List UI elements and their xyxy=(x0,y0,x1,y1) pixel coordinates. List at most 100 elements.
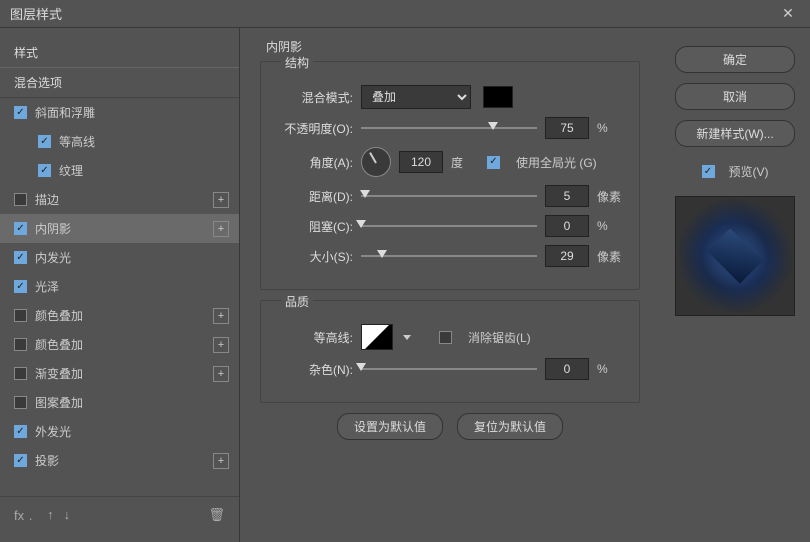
sidebar-item-12[interactable]: 投影 + xyxy=(0,446,239,475)
opacity-slider[interactable] xyxy=(361,121,537,135)
sidebar-item-label: 外发光 xyxy=(35,423,71,440)
arrow-down-icon[interactable]: ↓ xyxy=(64,507,71,522)
effect-checkbox[interactable] xyxy=(14,367,27,380)
effect-checkbox[interactable] xyxy=(14,222,27,235)
noise-unit: % xyxy=(597,362,625,376)
size-slider[interactable] xyxy=(361,249,537,263)
size-label: 大小(S): xyxy=(275,248,353,265)
sidebar-footer: fx﹒ ↑ ↓ 🗑 xyxy=(0,496,239,532)
choke-label: 阻塞(C): xyxy=(275,218,353,235)
close-icon[interactable]: ✕ xyxy=(776,2,800,26)
fx-icon[interactable]: fx﹒ xyxy=(14,505,37,524)
sidebar-item-label: 颜色叠加 xyxy=(35,336,83,353)
opacity-input[interactable] xyxy=(545,117,589,139)
effect-checkbox[interactable] xyxy=(14,396,27,409)
plus-icon[interactable]: + xyxy=(213,366,229,382)
row-choke: 阻塞(C): % xyxy=(275,215,625,237)
new-style-button[interactable]: 新建样式(W)... xyxy=(675,120,795,147)
size-input[interactable] xyxy=(545,245,589,267)
sidebar-item-7[interactable]: 颜色叠加 + xyxy=(0,301,239,330)
sidebar-item-label: 斜面和浮雕 xyxy=(35,104,95,121)
panel-title: 内阴影 xyxy=(260,38,640,55)
sidebar-item-0[interactable]: 斜面和浮雕 xyxy=(0,98,239,127)
choke-unit: % xyxy=(597,219,625,233)
make-default-button[interactable]: 设置为默认值 xyxy=(337,413,443,440)
plus-icon[interactable]: + xyxy=(213,221,229,237)
row-noise: 杂色(N): % xyxy=(275,358,625,380)
reset-default-button[interactable]: 复位为默认值 xyxy=(457,413,563,440)
sidebar-item-5[interactable]: 内发光 xyxy=(0,243,239,272)
sidebar: 样式 混合选项 斜面和浮雕等高线纹理描边+内阴影+ 内发光光泽颜色叠加 + 颜色叠加 +… xyxy=(0,28,240,542)
distance-input[interactable] xyxy=(545,185,589,207)
window-title: 图层样式 xyxy=(10,4,776,23)
sidebar-item-4[interactable]: 内阴影+ xyxy=(0,214,239,243)
sidebar-item-1[interactable]: 等高线 xyxy=(0,127,239,156)
preview-label: 预览(V) xyxy=(729,163,769,180)
default-buttons: 设置为默认值 复位为默认值 xyxy=(260,413,640,440)
global-light-checkbox[interactable] xyxy=(487,156,500,169)
noise-input[interactable] xyxy=(545,358,589,380)
preview-toggle[interactable]: 预览(V) xyxy=(702,163,769,180)
sidebar-item-6[interactable]: 光泽 xyxy=(0,272,239,301)
preview-checkbox[interactable] xyxy=(702,165,715,178)
arrow-up-icon[interactable]: ↑ xyxy=(47,507,54,522)
effect-checkbox[interactable] xyxy=(14,309,27,322)
effect-checkbox[interactable] xyxy=(38,135,51,148)
angle-label: 角度(A): xyxy=(275,154,353,171)
sidebar-item-label: 内发光 xyxy=(35,249,71,266)
plus-icon[interactable]: + xyxy=(213,192,229,208)
content-panel: 内阴影 结构 混合模式: 叠加 不透明度(O): % 角度(A): xyxy=(240,28,660,542)
row-distance: 距离(D): 像素 xyxy=(275,185,625,207)
group-structure: 结构 混合模式: 叠加 不透明度(O): % 角度(A): xyxy=(260,61,640,290)
effect-checkbox[interactable] xyxy=(14,280,27,293)
opacity-unit: % xyxy=(597,121,625,135)
trash-icon[interactable]: 🗑 xyxy=(208,507,225,523)
sidebar-list: 斜面和浮雕等高线纹理描边+内阴影+ 内发光光泽颜色叠加 + 颜色叠加 + 渐变叠加 + 图案叠… xyxy=(0,98,239,496)
sidebar-item-label: 渐变叠加 xyxy=(35,365,83,382)
angle-dial[interactable] xyxy=(361,147,391,177)
preview-thumbnail xyxy=(675,196,795,316)
sidebar-item-3[interactable]: 描边+ xyxy=(0,185,239,214)
distance-slider[interactable] xyxy=(361,189,537,203)
effect-checkbox[interactable] xyxy=(14,454,27,467)
sidebar-item-10[interactable]: 图案叠加 xyxy=(0,388,239,417)
noise-label: 杂色(N): xyxy=(275,361,353,378)
blend-mode-select[interactable]: 叠加 xyxy=(361,85,471,109)
row-contour: 等高线: 消除锯齿(L) xyxy=(275,324,625,350)
plus-icon[interactable]: + xyxy=(213,308,229,324)
sidebar-item-label: 颜色叠加 xyxy=(35,307,83,324)
global-light-label: 使用全局光 (G) xyxy=(516,154,597,171)
choke-input[interactable] xyxy=(545,215,589,237)
ok-button[interactable]: 确定 xyxy=(675,46,795,73)
effect-checkbox[interactable] xyxy=(14,338,27,351)
effect-checkbox[interactable] xyxy=(14,425,27,438)
right-column: 确定 取消 新建样式(W)... 预览(V) xyxy=(660,28,810,542)
chevron-down-icon[interactable] xyxy=(403,335,411,340)
titlebar: 图层样式 ✕ xyxy=(0,0,810,28)
noise-slider[interactable] xyxy=(361,362,537,376)
sidebar-item-8[interactable]: 颜色叠加 + xyxy=(0,330,239,359)
plus-icon[interactable]: + xyxy=(213,453,229,469)
cancel-button[interactable]: 取消 xyxy=(675,83,795,110)
effect-checkbox[interactable] xyxy=(14,251,27,264)
sidebar-item-label: 投影 xyxy=(35,452,59,469)
sidebar-item-2[interactable]: 纹理 xyxy=(0,156,239,185)
effect-checkbox[interactable] xyxy=(14,193,27,206)
antialias-label: 消除锯齿(L) xyxy=(468,329,531,346)
color-swatch[interactable] xyxy=(483,86,513,108)
choke-slider[interactable] xyxy=(361,219,537,233)
sidebar-item-label: 等高线 xyxy=(59,133,95,150)
contour-picker[interactable] xyxy=(361,324,393,350)
group-quality-label: 品质 xyxy=(281,293,313,310)
effect-checkbox[interactable] xyxy=(14,106,27,119)
sidebar-blending-options[interactable]: 混合选项 xyxy=(0,67,239,98)
sidebar-item-9[interactable]: 渐变叠加 + xyxy=(0,359,239,388)
sidebar-header-styles[interactable]: 样式 xyxy=(0,38,239,67)
blend-mode-label: 混合模式: xyxy=(275,89,353,106)
angle-input[interactable] xyxy=(399,151,443,173)
effect-checkbox[interactable] xyxy=(38,164,51,177)
antialias-checkbox[interactable] xyxy=(439,331,452,344)
sidebar-item-11[interactable]: 外发光 xyxy=(0,417,239,446)
angle-unit: 度 xyxy=(451,154,479,171)
plus-icon[interactable]: + xyxy=(213,337,229,353)
